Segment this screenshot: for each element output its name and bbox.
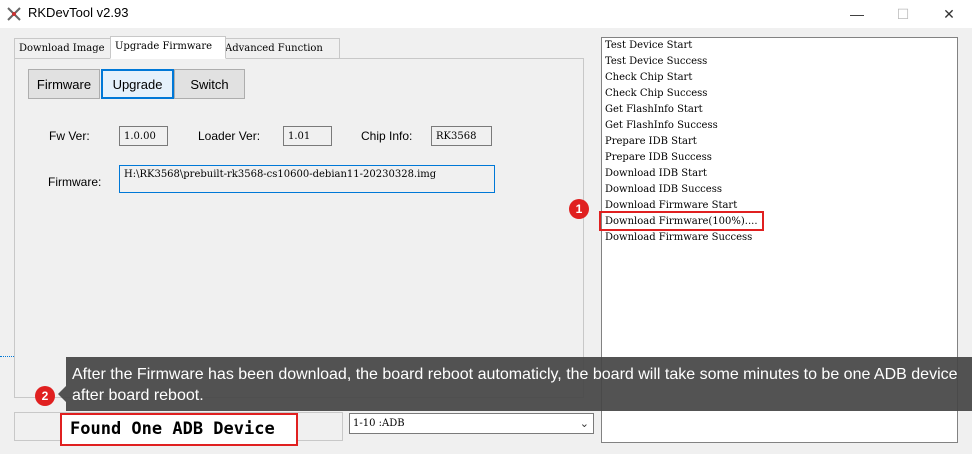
log-line: Download Firmware Success: [605, 232, 753, 243]
maximize-button[interactable]: ☐: [880, 0, 926, 28]
loader-ver-label: Loader Ver:: [198, 129, 261, 143]
close-button[interactable]: ✕: [926, 0, 972, 28]
log-line: Prepare IDB Start: [605, 136, 697, 147]
device-select[interactable]: 1-10 :ADB ⌄: [349, 413, 594, 434]
log-line: Prepare IDB Success: [605, 152, 712, 163]
app-icon: [7, 7, 21, 21]
firmware-label: Firmware:: [48, 175, 102, 189]
upgrade-panel: [14, 58, 584, 398]
title-bar: RKDevTool v2.93 — ☐ ✕: [0, 0, 972, 28]
log-line: Download IDB Start: [605, 168, 707, 179]
annotation-badge-2: 2: [35, 386, 55, 406]
fw-ver-label: Fw Ver:: [49, 129, 90, 143]
log-line: Download Firmware Start: [605, 200, 738, 211]
chip-info-field: RK3568: [431, 126, 492, 146]
chip-info-label: Chip Info:: [361, 129, 413, 143]
annotation-badge-1: 1: [569, 199, 589, 219]
log-line: Get FlashInfo Start: [605, 104, 703, 115]
log-line: Test Device Success: [605, 56, 708, 67]
loader-ver-field: 1.01: [283, 126, 332, 146]
tab-download-image[interactable]: Download Image: [14, 38, 116, 59]
close-icon: ✕: [943, 5, 955, 22]
minimize-icon: —: [850, 6, 864, 22]
log-line: Get FlashInfo Success: [605, 120, 718, 131]
window-title: RKDevTool v2.93: [28, 5, 129, 20]
firmware-button[interactable]: Firmware: [28, 69, 100, 99]
minimize-button[interactable]: —: [834, 0, 880, 28]
device-select-value: 1-10 :ADB: [353, 418, 405, 429]
fw-ver-field: 1.0.00: [119, 126, 168, 146]
callout-arrow: [58, 386, 66, 402]
dotted-divider: [0, 356, 14, 357]
log-line: Check Chip Start: [605, 72, 693, 83]
annotation-callout: After the Firmware has been download, th…: [66, 357, 972, 411]
upgrade-button[interactable]: Upgrade: [101, 69, 174, 99]
maximize-icon: ☐: [896, 5, 910, 22]
log-line: Check Chip Success: [605, 88, 708, 99]
status-message: Found One ADB Device: [60, 413, 298, 446]
firmware-path-field[interactable]: H:\RK3568\prebuilt-rk3568-cs10600-debian…: [119, 165, 495, 193]
switch-button[interactable]: Switch: [174, 69, 245, 99]
log-line: Test Device Start: [605, 40, 693, 51]
tab-advanced-function[interactable]: Advanced Function: [220, 38, 340, 59]
chevron-down-icon: ⌄: [579, 417, 589, 430]
log-line: Download IDB Success: [605, 184, 722, 195]
log-highlight-box: [599, 211, 764, 231]
tab-upgrade-firmware[interactable]: Upgrade Firmware: [110, 36, 226, 59]
